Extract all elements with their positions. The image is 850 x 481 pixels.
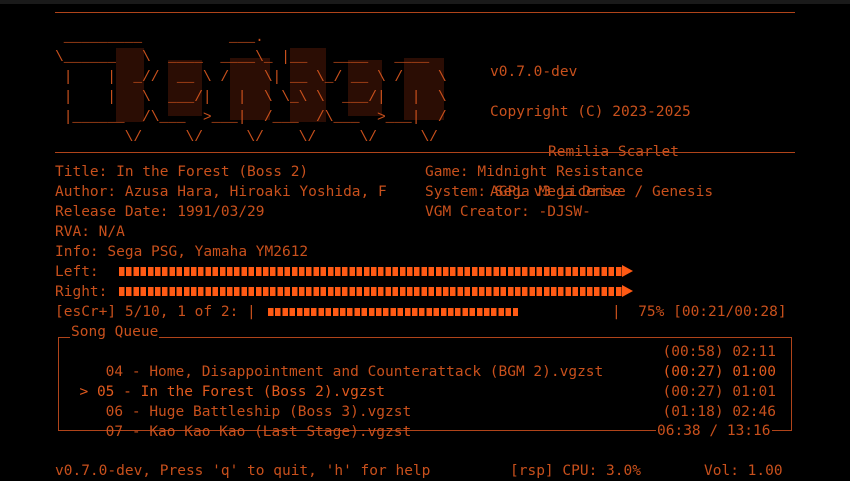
header-rule-bottom bbox=[55, 152, 795, 153]
song-queue-title: Song Queue bbox=[70, 322, 160, 342]
playback-progress-bar[interactable] bbox=[268, 308, 518, 316]
playback-percent-time: | 75% [00:21/00:28] bbox=[612, 304, 787, 320]
playback-status: [esCr+] 5/10, 1 of 2: | bbox=[55, 304, 256, 320]
queue-item[interactable]: 06 - Huge Battleship (Boss 3).vgzst (00:… bbox=[62, 382, 790, 420]
version-label: v0.7.0-dev bbox=[490, 64, 578, 80]
queue-total-time: 06:38 / 13:16 bbox=[656, 421, 772, 441]
track-system: System: Sega Mega Drive / Genesis bbox=[425, 184, 714, 200]
header-rule-top bbox=[55, 12, 795, 13]
track-release-date: Release Date: 1991/03/29 bbox=[55, 204, 265, 220]
footer-cpu: [rsp] CPU: 3.0% bbox=[510, 463, 641, 479]
track-info: Info: Sega PSG, Yamaha YM2612 bbox=[55, 244, 309, 260]
queue-item-times: (00:27) 01:00 bbox=[662, 364, 777, 380]
right-channel-meter bbox=[119, 287, 622, 296]
left-meter-label: Left: bbox=[55, 264, 99, 280]
footer-help: v0.7.0-dev, Press 'q' to quit, 'h' for h… bbox=[55, 463, 431, 479]
track-rva: RVA: N/A bbox=[55, 224, 125, 240]
queue-item-marker bbox=[79, 424, 88, 440]
queue-item-times: (00:58) 02:11 bbox=[662, 344, 777, 360]
app-logo: _________ ___. \______ \ ____ ____\_ |__… bbox=[55, 30, 447, 146]
track-title: Title: In the Forest (Boss 2) bbox=[55, 164, 309, 180]
queue-item-current[interactable]: > 05 - In the Forest (Boss 2).vgzst (00:… bbox=[62, 362, 790, 400]
queue-item-times: (00:27) 01:01 bbox=[662, 384, 777, 400]
queue-item-name: 07 - Kao Kao Kao (Last Stage).vgzst bbox=[105, 424, 412, 440]
queue-item[interactable]: 04 - Home, Disappointment and Counteratt… bbox=[62, 342, 790, 380]
queue-item-times: (01:18) 02:46 bbox=[662, 404, 777, 420]
right-meter-label: Right: bbox=[55, 284, 108, 300]
left-meter-arrow-icon bbox=[622, 265, 633, 277]
footer-volume: Vol: 1.00 bbox=[704, 463, 783, 479]
track-vgm-creator: VGM Creator: -DJSW- bbox=[425, 204, 591, 220]
queue-item[interactable]: 07 - Kao Kao Kao (Last Stage).vgzst (01:… bbox=[62, 402, 790, 440]
track-author: Author: Azusa Hara, Hiroaki Yoshida, F bbox=[55, 184, 387, 200]
terminal-top-edge bbox=[0, 0, 850, 4]
left-channel-meter bbox=[119, 267, 622, 276]
copyright-label: Copyright (C) 2023-2025 bbox=[490, 104, 691, 120]
right-meter-arrow-icon bbox=[622, 285, 633, 297]
track-game: Game: Midnight Resistance bbox=[425, 164, 644, 180]
